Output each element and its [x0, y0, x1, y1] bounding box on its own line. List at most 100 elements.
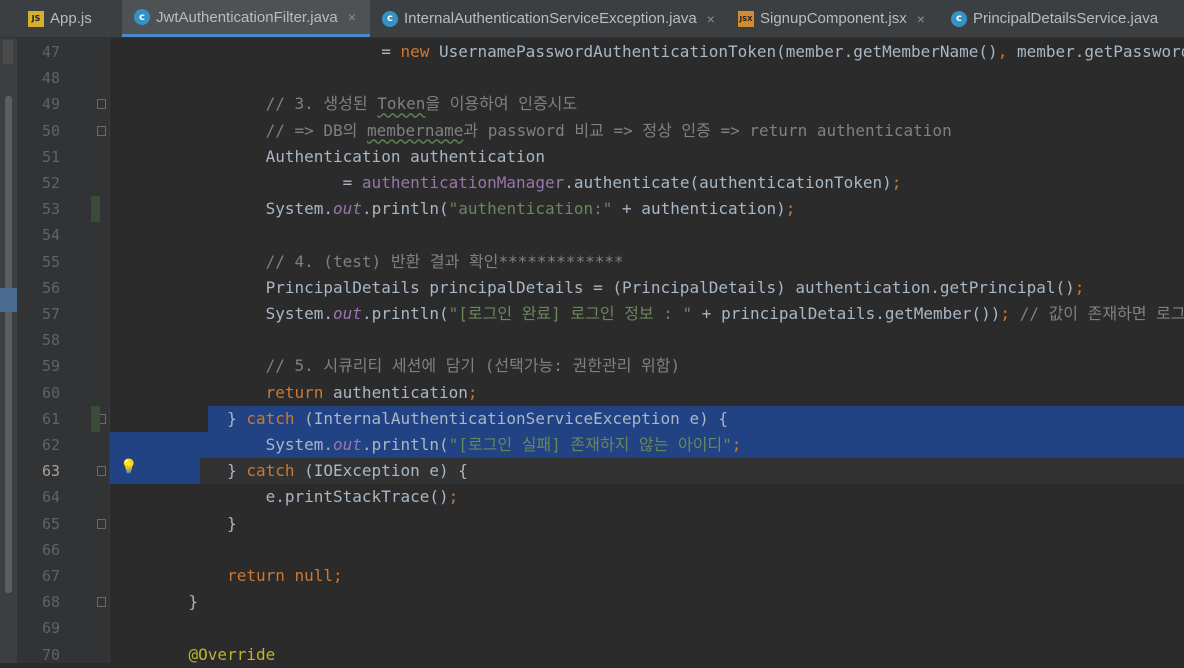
tool-marker — [3, 40, 13, 64]
code-token: .println( — [361, 435, 449, 454]
code-editor[interactable]: = new UsernamePasswordAuthenticationToke… — [110, 38, 1184, 663]
code-token: (IOException e) { — [304, 461, 468, 481]
tab-label: PrincipalDetailsService.java — [973, 10, 1159, 27]
code-line: } — [110, 511, 1184, 537]
code-token: // 값이 존재하면 로그인 — [1019, 304, 1184, 323]
code-token: "[로그인 실패] 존재하지 않는 아이디" — [448, 435, 732, 454]
code-token: .println( — [361, 199, 449, 219]
code-line: System.out.println("authentication:" + a… — [110, 196, 1184, 222]
code-text: = authenticationManager.authenticate(aut… — [150, 170, 902, 196]
code-text: } catch (InternalAuthenticationServiceEx… — [150, 406, 728, 432]
line-number: 58 — [41, 331, 60, 350]
code-token: ; — [467, 382, 478, 402]
code-token: ; — [891, 173, 902, 192]
code-line: Authentication authentication — [110, 144, 1184, 170]
code-text: } catch (IOException e) { — [150, 458, 468, 484]
code-token: } — [150, 513, 237, 533]
code-text: // 3. 생성된 Token을 이용하여 인증시도 — [150, 91, 578, 117]
code-line: return null; — [110, 563, 1184, 589]
code-token: out — [333, 435, 362, 454]
fold-marker-icon[interactable] — [97, 99, 106, 110]
tab-jwt-authentication-filter[interactable]: c JwtAuthenticationFilter.java × — [122, 0, 370, 37]
editor-tab-bar: JS App.js c JwtAuthenticationFilter.java… — [0, 0, 1184, 38]
code-text: // 4. (test) 반환 결과 확인************* — [150, 249, 624, 275]
code-token: ; — [1000, 304, 1020, 323]
code-text: Authentication authentication — [150, 144, 545, 170]
code-token: 과 password 비교 => 정상 인증 => return authent… — [463, 120, 952, 140]
line-number: 56 — [41, 278, 60, 297]
left-tool-strip — [0, 38, 17, 663]
code-token: 을 이용하여 인증시도 — [425, 94, 578, 114]
tab-internal-authentication-service-exception[interactable]: c InternalAuthenticationServiceException… — [382, 0, 728, 37]
java-class-icon: c — [134, 9, 150, 25]
line-number: 49 — [41, 95, 60, 114]
tab-label: App.js — [50, 10, 92, 27]
code-token: Authentication authentication — [150, 146, 545, 166]
code-line: return authentication; — [110, 380, 1184, 406]
code-line: System.out.println("[로그인 실패] 존재하지 않는 아이디… — [110, 432, 1184, 458]
code-token: System. — [150, 304, 334, 323]
code-line: = authenticationManager.authenticate(aut… — [110, 170, 1184, 196]
tab-app-js[interactable]: JS App.js — [28, 0, 120, 37]
code-line: // 3. 생성된 Token을 이용하여 인증시도 — [110, 91, 1184, 117]
line-number: 65 — [41, 514, 60, 533]
change-marker[interactable] — [91, 405, 100, 432]
fold-marker-icon[interactable] — [97, 518, 106, 529]
code-token: .println( — [361, 304, 449, 323]
code-token: "authentication:" — [448, 199, 613, 219]
code-text: return authentication; — [150, 380, 478, 406]
code-token: membername — [367, 120, 464, 140]
code-token: System. — [150, 435, 334, 454]
tab-signup-component[interactable]: JSX SignupComponent.jsx × — [738, 0, 938, 37]
close-icon[interactable]: × — [348, 9, 356, 25]
close-icon[interactable]: × — [917, 11, 925, 27]
code-text: } — [150, 589, 199, 615]
line-gutter: 47 48 49 50 51 52 53 54 55 56 57 58 59 60 61 62 63 64 65 66… — [17, 38, 110, 664]
code-token: // => DB의 — [150, 120, 368, 140]
code-text: System.out.println("[로그인 실패] 존재하지 않는 아이디… — [150, 432, 742, 458]
change-marker[interactable] — [91, 196, 100, 223]
vertical-scrollbar[interactable] — [5, 96, 12, 593]
active-tool-marker — [0, 288, 17, 312]
code-line: } catch (InternalAuthenticationServiceEx… — [110, 406, 1184, 432]
code-token: "[로그인 완료] 로그인 정보 : " — [448, 304, 693, 323]
code-token: // 5. 시큐리티 세션에 담기 (선택가능: 권한관리 위함) — [150, 356, 681, 376]
line-number: 67 — [41, 567, 60, 585]
line-number: 55 — [41, 252, 60, 271]
code-token: return — [150, 382, 334, 402]
line-number: 60 — [41, 383, 60, 402]
code-token: , — [997, 42, 1017, 61]
code-token: ; — [333, 566, 343, 585]
jsx-file-icon: JSX — [738, 10, 754, 27]
tab-principal-details-service[interactable]: c PrincipalDetailsService.java — [951, 0, 1184, 37]
code-line: // 5. 시큐리티 세션에 담기 (선택가능: 권한관리 위함) — [110, 353, 1184, 379]
code-token: } — [150, 461, 247, 481]
fold-marker-icon[interactable] — [97, 466, 106, 477]
code-token: .authenticate(authenticationToken) — [564, 173, 892, 192]
close-icon[interactable]: × — [707, 11, 715, 27]
code-text: // => DB의 membername과 password 비교 => 정상 … — [150, 118, 952, 144]
fold-marker-icon[interactable] — [97, 125, 106, 136]
fold-marker-icon[interactable] — [97, 597, 106, 608]
line-number: 57 — [41, 305, 60, 323]
code-line: PrincipalDetails principalDetails = (Pri… — [110, 275, 1184, 301]
line-number: 48 — [41, 69, 60, 88]
java-class-icon: c — [951, 10, 967, 27]
line-number: 54 — [41, 226, 60, 245]
code-line: = new UsernamePasswordAuthenticationToke… — [110, 39, 1184, 65]
code-line: // 4. (test) 반환 결과 확인************* — [110, 249, 1184, 275]
tab-label: SignupComponent.jsx — [760, 10, 907, 27]
code-token: Token — [377, 94, 426, 114]
code-token: } — [150, 408, 247, 428]
js-file-icon: JS — [28, 10, 44, 27]
code-token: authenticationManager — [361, 173, 565, 192]
code-token: ; — [448, 487, 459, 507]
code-token: authentication — [333, 382, 468, 402]
lightbulb-icon[interactable]: 💡 — [120, 459, 137, 477]
java-exception-class-icon: c — [382, 10, 398, 27]
code-line: System.out.println("[로그인 완료] 로그인 정보 : " … — [110, 301, 1184, 327]
code-token: (InternalAuthenticationServiceException … — [304, 408, 728, 428]
code-token: + authentication) — [612, 199, 786, 219]
